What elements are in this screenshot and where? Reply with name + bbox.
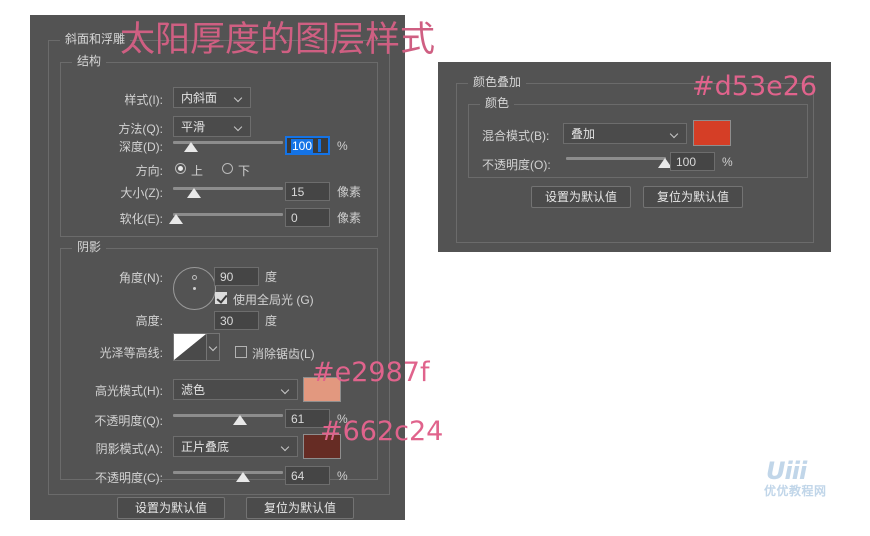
soften-input[interactable]: 0 xyxy=(285,208,330,227)
watermark-logo: Uiii xyxy=(766,457,807,485)
style-dropdown[interactable]: 内斜面 xyxy=(173,87,251,108)
color-group-title: 颜色 xyxy=(480,96,515,111)
highlight-opacity-slider[interactable] xyxy=(173,412,283,426)
overlay-color-swatch[interactable] xyxy=(693,120,731,146)
depth-slider[interactable] xyxy=(173,139,283,153)
blend-mode-label: 混合模式(B): xyxy=(482,129,550,143)
chevron-down-icon xyxy=(235,124,243,129)
soften-label: 软化(E): xyxy=(119,212,163,226)
direction-up-radio[interactable] xyxy=(175,163,186,174)
shadow-opacity-knob[interactable] xyxy=(236,472,251,482)
technique-dropdown-value: 平滑 xyxy=(181,120,206,134)
structure-group-title: 结构 xyxy=(72,54,107,69)
shadow-opacity-track xyxy=(173,471,283,474)
depth-input-value: 100 xyxy=(291,139,314,153)
anti-alias-label: 消除锯齿(L) xyxy=(252,347,315,361)
soften-slider[interactable] xyxy=(169,211,283,225)
shadow-opacity-input[interactable]: 64 xyxy=(285,466,330,485)
angle-unit: 度 xyxy=(265,270,278,284)
depth-slider-knob[interactable] xyxy=(183,142,198,152)
altitude-input[interactable]: 30 xyxy=(214,311,259,330)
shadow-opacity-value: 64 xyxy=(291,469,305,483)
angle-dial[interactable] xyxy=(173,267,216,310)
size-slider-knob[interactable] xyxy=(186,188,201,198)
size-unit: 像素 xyxy=(337,185,362,199)
direction-down-radio[interactable] xyxy=(222,163,233,174)
annotation-highlight-hex: #e2987f xyxy=(312,357,430,388)
chevron-down-icon xyxy=(282,387,290,392)
annotation-title: 太阳厚度的图层样式 xyxy=(120,20,436,59)
bevel-set-default-button[interactable]: 设置为默认值 xyxy=(117,497,225,519)
highlight-opacity-knob[interactable] xyxy=(233,415,248,425)
direction-label: 方向: xyxy=(135,164,163,178)
annotation-shadow-hex: #662c24 xyxy=(320,416,444,447)
angle-input[interactable]: 90 xyxy=(214,267,259,286)
shadow-mode-dropdown[interactable]: 正片叠底 xyxy=(173,436,298,457)
shadow-opacity-unit: % xyxy=(337,469,348,483)
highlight-mode-value: 滤色 xyxy=(181,383,206,397)
chevron-down-icon xyxy=(671,131,679,136)
watermark-text: 优优教程网 xyxy=(764,484,827,498)
color-overlay-group-title: 颜色叠加 xyxy=(468,75,527,90)
angle-input-value: 90 xyxy=(220,270,234,284)
technique-dropdown[interactable]: 平滑 xyxy=(173,116,251,137)
overlay-set-default-button[interactable]: 设置为默认值 xyxy=(531,186,631,208)
highlight-opacity-label: 不透明度(Q): xyxy=(94,414,163,428)
style-label: 样式(I): xyxy=(124,93,163,107)
soften-input-value: 0 xyxy=(291,211,298,225)
highlight-mode-dropdown[interactable]: 滤色 xyxy=(173,379,298,400)
gloss-contour-dropdown[interactable] xyxy=(207,333,220,361)
gloss-contour-preview[interactable] xyxy=(173,333,207,361)
shadow-mode-value: 正片叠底 xyxy=(181,440,230,454)
direction-up-label: 上 xyxy=(191,164,204,178)
soften-slider-knob[interactable] xyxy=(169,214,184,224)
altitude-unit: 度 xyxy=(265,314,278,328)
soften-unit: 像素 xyxy=(337,211,362,225)
size-input-value: 15 xyxy=(291,185,305,199)
technique-label: 方法(Q): xyxy=(118,122,163,136)
overlay-opacity-value: 100 xyxy=(676,155,697,169)
overlay-reset-default-button[interactable]: 复位为默认值 xyxy=(643,186,743,208)
depth-input[interactable]: 100 xyxy=(285,136,330,155)
size-input[interactable]: 15 xyxy=(285,182,330,201)
shading-group-title: 阴影 xyxy=(72,240,107,255)
altitude-input-value: 30 xyxy=(220,314,234,328)
depth-unit: % xyxy=(337,139,348,153)
angle-label: 角度(N): xyxy=(119,271,163,285)
highlight-mode-label: 高光模式(H): xyxy=(95,384,163,398)
use-global-light-checkbox[interactable] xyxy=(215,292,227,304)
highlight-opacity-track xyxy=(173,414,283,417)
soften-slider-track xyxy=(173,213,283,216)
overlay-opacity-track xyxy=(566,157,666,160)
gloss-contour-label: 光泽等高线: xyxy=(99,346,163,360)
watermark: Uiii 优优教程网 xyxy=(764,458,850,506)
size-slider[interactable] xyxy=(173,185,283,199)
overlay-opacity-label: 不透明度(O): xyxy=(482,158,551,172)
shadow-opacity-slider[interactable] xyxy=(173,469,283,483)
text-caret xyxy=(318,139,321,152)
angle-dial-marker xyxy=(192,275,197,280)
highlight-opacity-value: 61 xyxy=(291,412,305,426)
angle-dial-center xyxy=(193,287,196,290)
contour-ramp-icon xyxy=(174,334,206,360)
shadow-mode-label: 阴影模式(A): xyxy=(95,442,163,456)
direction-down-label: 下 xyxy=(238,164,251,178)
depth-label: 深度(D): xyxy=(119,140,163,154)
chevron-down-icon xyxy=(235,95,243,100)
use-global-light-label: 使用全局光 (G) xyxy=(233,293,314,307)
size-label: 大小(Z): xyxy=(120,186,163,200)
anti-alias-checkbox[interactable] xyxy=(235,346,247,358)
overlay-opacity-unit: % xyxy=(722,155,733,169)
bevel-reset-default-button[interactable]: 复位为默认值 xyxy=(246,497,354,519)
blend-mode-value: 叠加 xyxy=(571,127,596,141)
annotation-overlay-hex: #d53e26 xyxy=(692,71,818,102)
chevron-down-icon xyxy=(282,444,290,449)
altitude-label: 高度: xyxy=(135,314,163,328)
style-dropdown-value: 内斜面 xyxy=(181,91,218,105)
overlay-opacity-input[interactable]: 100 xyxy=(670,152,715,171)
shadow-opacity-label: 不透明度(C): xyxy=(95,471,163,485)
blend-mode-dropdown[interactable]: 叠加 xyxy=(563,123,687,144)
overlay-opacity-slider[interactable] xyxy=(566,155,672,169)
